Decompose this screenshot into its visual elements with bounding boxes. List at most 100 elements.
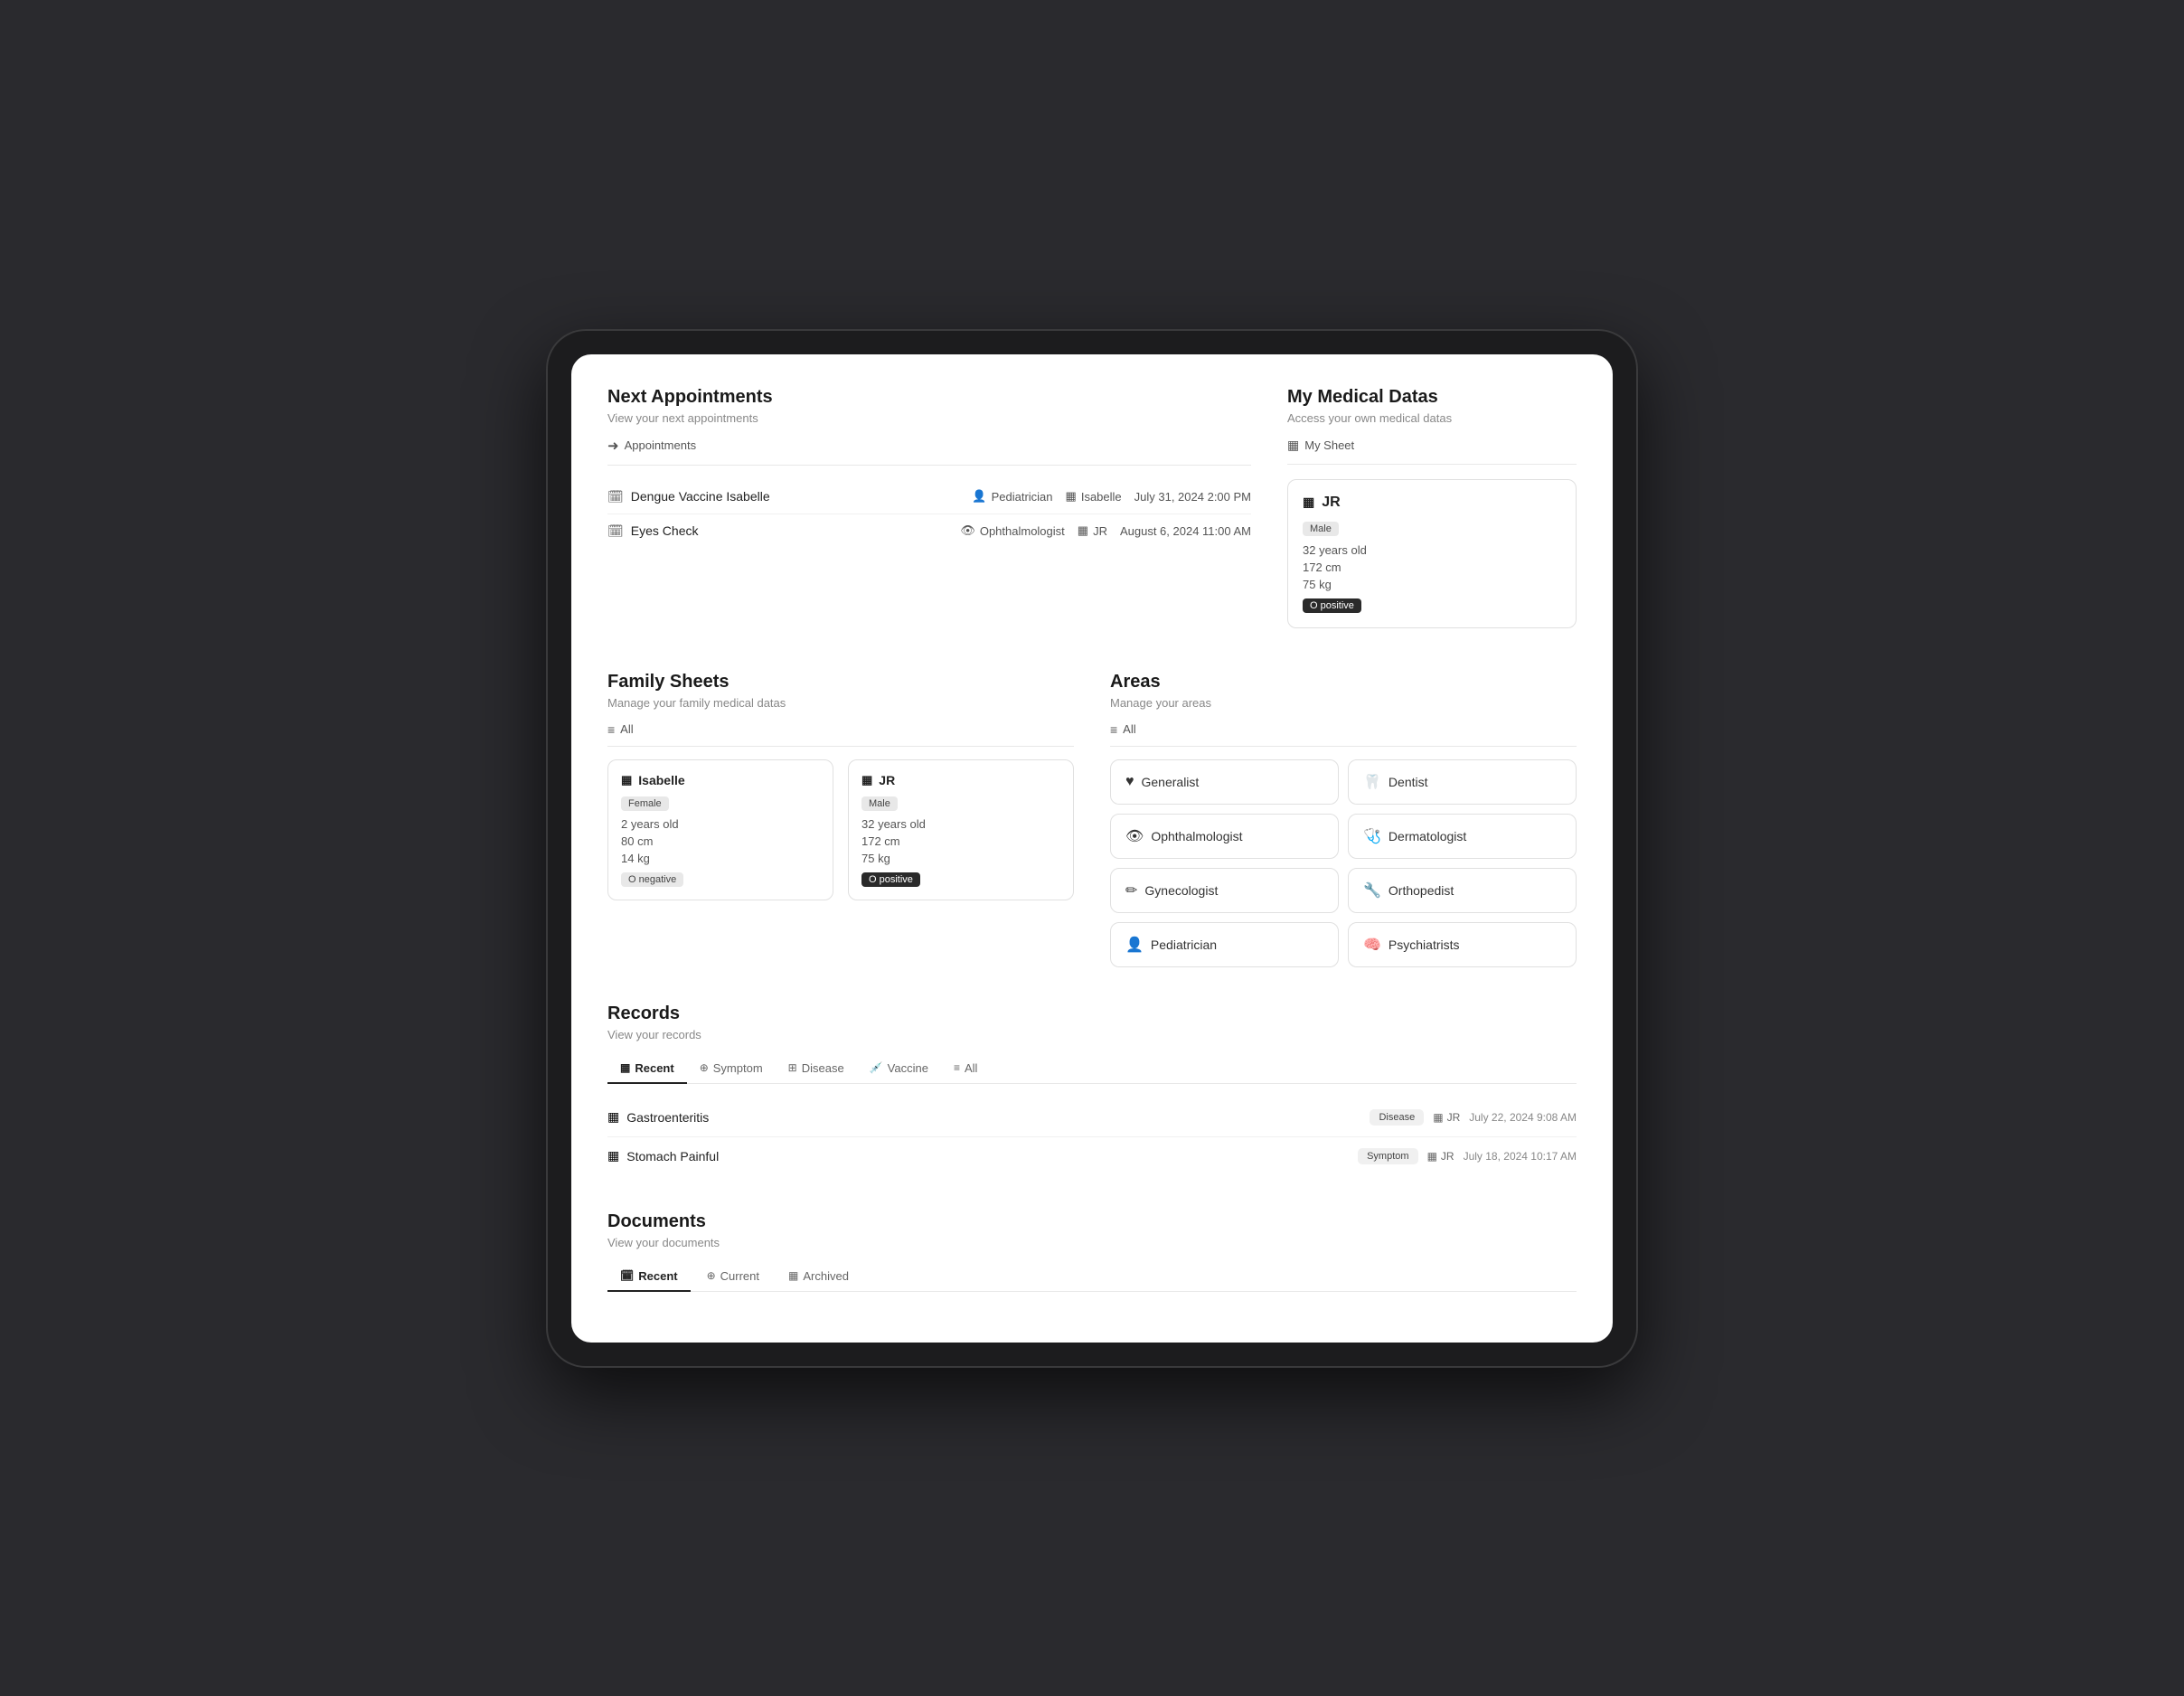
card-icon: ▦ <box>621 773 632 787</box>
calendar-icon: 🗓 <box>620 1269 634 1282</box>
skin-icon: 🩺 <box>1363 827 1381 845</box>
record-row: ▦ Gastroenteritis Disease ▦ JR July 22, … <box>607 1098 1577 1137</box>
family-cards-container: ▦ Isabelle Female 2 years old 80 cm 14 k… <box>607 759 1074 900</box>
records-title: Records <box>607 1003 1577 1024</box>
type-badge: Symptom <box>1358 1148 1417 1164</box>
documents-subtitle: View your documents <box>607 1236 1577 1249</box>
tooth-icon: 🦷 <box>1363 773 1381 791</box>
family-sheets-panel: Family Sheets Manage your family medical… <box>607 672 1074 967</box>
ortho-icon: 🔧 <box>1363 881 1381 900</box>
heart-icon: ♥ <box>1125 774 1134 790</box>
appointment-title: Dengue Vaccine Isabelle <box>631 489 770 504</box>
appointment-row: 🗓 Dengue Vaccine Isabelle 👤 Pediatrician… <box>607 480 1251 514</box>
card-icon: ▦ <box>1078 523 1088 538</box>
my-sheet-link[interactable]: ▦ My Sheet <box>1287 438 1577 465</box>
type-badge: Disease <box>1370 1109 1424 1126</box>
appointment-title: Eyes Check <box>631 523 699 538</box>
area-dermatologist[interactable]: 🩺 Dermatologist <box>1348 814 1577 859</box>
card-icon: ▦ <box>861 773 872 787</box>
weight: 75 kg <box>861 852 1060 865</box>
family-all-link[interactable]: ≡ All <box>607 722 1074 747</box>
family-subtitle: Manage your family medical datas <box>607 696 1074 710</box>
symptom-icon: ⊕ <box>700 1061 709 1074</box>
grid-icon: ▦ <box>620 1061 630 1074</box>
gender-badge: Male <box>1303 522 1339 536</box>
card-icon: ▦ <box>1427 1150 1437 1163</box>
archive-icon: ▦ <box>788 1269 798 1282</box>
areas-subtitle: Manage your areas <box>1110 696 1577 710</box>
family-card-isabelle[interactable]: ▦ Isabelle Female 2 years old 80 cm 14 k… <box>607 759 833 900</box>
family-title: Family Sheets <box>607 672 1074 693</box>
record-row: ▦ Stomach Painful Symptom ▦ JR July 18, … <box>607 1137 1577 1175</box>
middle-section: Family Sheets Manage your family medical… <box>607 664 1577 967</box>
weight-detail: 75 kg <box>1303 578 1561 591</box>
vaccine-icon: 💉 <box>870 1061 883 1074</box>
arrow-right-icon: ➜ <box>607 438 619 454</box>
main-content: Next Appointments View your next appoint… <box>571 354 1613 1343</box>
tab-symptom[interactable]: ⊕ Symptom <box>687 1054 776 1084</box>
area-generalist[interactable]: ♥ Generalist <box>1110 759 1339 805</box>
doc-tab-recent[interactable]: 🗓 Recent <box>607 1262 691 1292</box>
top-section: Next Appointments View your next appoint… <box>607 387 1577 628</box>
areas-title: Areas <box>1110 672 1577 693</box>
appointments-link[interactable]: ➜ Appointments <box>607 438 1251 466</box>
circle-icon: ⊕ <box>707 1269 716 1282</box>
height-detail: 172 cm <box>1303 561 1561 574</box>
weight: 14 kg <box>621 852 820 865</box>
blood-type: O positive <box>861 872 920 887</box>
tab-vaccine[interactable]: 💉 Vaccine <box>857 1054 941 1084</box>
record-title: Stomach Painful <box>626 1149 719 1164</box>
areas-grid: ♥ Generalist 🦷 Dentist 👁 Ophthalmologist <box>1110 759 1577 967</box>
record-title: Gastroenteritis <box>626 1110 709 1125</box>
documents-tabs: 🗓 Recent ⊕ Current ▦ Archived <box>607 1262 1577 1292</box>
area-gynecologist[interactable]: ✏ Gynecologist <box>1110 868 1339 913</box>
medical-card: ▦ JR Male 32 years old 172 cm 75 kg O po… <box>1287 479 1577 628</box>
tab-recent[interactable]: ▦ Recent <box>607 1054 687 1084</box>
pedi-icon: 👤 <box>1125 936 1144 954</box>
area-orthopedist[interactable]: 🔧 Orthopedist <box>1348 868 1577 913</box>
medical-data-title: My Medical Datas <box>1287 387 1577 408</box>
card-icon: ▦ <box>1433 1111 1443 1124</box>
doc-tab-archived[interactable]: ▦ Archived <box>776 1262 861 1292</box>
age: 32 years old <box>861 817 1060 831</box>
tab-disease[interactable]: ⊞ Disease <box>776 1054 857 1084</box>
area-pediatrician[interactable]: 👤 Pediatrician <box>1110 922 1339 967</box>
all-icon: ≡ <box>954 1061 960 1074</box>
height: 172 cm <box>861 834 1060 848</box>
record-icon: ▦ <box>607 1109 619 1125</box>
gender-badge: Male <box>861 796 898 811</box>
blood-type-badge: O positive <box>1303 598 1361 613</box>
records-section: Records View your records ▦ Recent ⊕ Sym… <box>607 1003 1577 1175</box>
list-icon: ≡ <box>607 722 615 737</box>
eye-icon: 👁 <box>960 523 975 538</box>
area-dentist[interactable]: 🦷 Dentist <box>1348 759 1577 805</box>
doc-tab-current[interactable]: ⊕ Current <box>694 1262 772 1292</box>
blood-type: O negative <box>621 872 683 887</box>
areas-panel: Areas Manage your areas ≡ All ♥ Generali… <box>1110 672 1577 967</box>
gender-badge: Female <box>621 796 669 811</box>
family-card-jr[interactable]: ▦ JR Male 32 years old 172 cm 75 kg O po… <box>848 759 1074 900</box>
appointments-subtitle: View your next appointments <box>607 411 1251 425</box>
record-icon: ▦ <box>607 1148 619 1164</box>
calendar-icon: 🗓 <box>607 523 624 539</box>
appointment-row: 🗓 Eyes Check 👁 Ophthalmologist ▦ JR <box>607 514 1251 548</box>
area-psychiatrists[interactable]: 🧠 Psychiatrists <box>1348 922 1577 967</box>
area-ophthalmologist[interactable]: 👁 Ophthalmologist <box>1110 814 1339 859</box>
areas-all-link[interactable]: ≡ All <box>1110 722 1577 747</box>
list-icon: ≡ <box>1110 722 1117 737</box>
records-tabs: ▦ Recent ⊕ Symptom ⊞ Disease 💉 Vaccine <box>607 1054 1577 1084</box>
medical-data-subtitle: Access your own medical datas <box>1287 411 1577 425</box>
age: 2 years old <box>621 817 820 831</box>
card-icon: ▦ <box>1303 495 1314 510</box>
disease-icon: ⊞ <box>788 1061 797 1074</box>
device-frame: Next Appointments View your next appoint… <box>546 329 1638 1368</box>
calendar-icon: 🗓 <box>607 489 624 504</box>
tab-all[interactable]: ≡ All <box>941 1054 990 1084</box>
card-icon: ▦ <box>1066 489 1077 504</box>
height: 80 cm <box>621 834 820 848</box>
screen: Next Appointments View your next appoint… <box>571 354 1613 1343</box>
age-detail: 32 years old <box>1303 543 1561 557</box>
medical-data-panel: My Medical Datas Access your own medical… <box>1287 387 1577 628</box>
appointments-panel: Next Appointments View your next appoint… <box>607 387 1251 628</box>
appointments-title: Next Appointments <box>607 387 1251 408</box>
